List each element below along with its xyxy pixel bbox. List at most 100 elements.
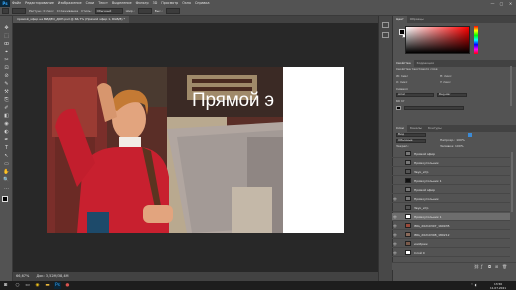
start-icon[interactable]: ⊞ [2, 282, 9, 289]
brush-tool-icon[interactable]: ⚒ [2, 89, 11, 96]
menu-edit[interactable]: Редактирование [23, 0, 56, 7]
tab-properties[interactable]: Свойства [393, 60, 414, 67]
clone-stamp-tool-icon[interactable]: ⎘ [2, 97, 11, 104]
menu-view[interactable]: Просмотр [159, 0, 180, 7]
eye-icon[interactable]: 👁 [392, 195, 398, 203]
zoom-tool-icon[interactable]: 🔍 [2, 177, 11, 184]
minimize-icon[interactable]: — [488, 0, 497, 7]
color-picker-field[interactable] [405, 26, 470, 54]
frame-tool-icon[interactable]: ⊡ [2, 65, 11, 72]
pen-tool-icon[interactable]: ✒ [2, 137, 11, 144]
style-select[interactable]: Обычный [94, 8, 123, 14]
tray-icons[interactable]: ⌃ ◖ [470, 282, 477, 289]
menu-layers[interactable]: Слои [84, 0, 97, 7]
tab-layers[interactable]: Слои [393, 125, 407, 132]
antialias-label[interactable]: Сглаживание [57, 9, 78, 13]
white-rectangle-layer[interactable] [283, 67, 344, 233]
fill-field[interactable]: Заливка: 100% [440, 144, 464, 149]
close-icon[interactable]: ✕ [506, 0, 515, 7]
layer-row[interactable]: 👁 Прямоугольник [392, 195, 510, 203]
layer-row[interactable]: 👁 изображ [392, 240, 510, 248]
search-icon[interactable]: ○ [14, 282, 21, 289]
eye-icon[interactable] [392, 177, 398, 185]
taskbar-clock[interactable]: 13:56 11.07.2021 [488, 281, 508, 290]
tab-color[interactable]: Цвет [393, 16, 407, 23]
layer-row[interactable]: Звук_итр [392, 204, 510, 212]
eye-icon[interactable] [392, 204, 398, 212]
tool-preset-icon[interactable] [2, 8, 9, 14]
menu-3d[interactable]: 3D [151, 0, 160, 7]
tab-swatches[interactable]: Образцы [407, 16, 427, 23]
browser-icon[interactable]: ◉ [34, 282, 41, 289]
app-icon[interactable]: ● [64, 282, 71, 289]
tab-adjustments[interactable]: Коррекция [414, 60, 437, 67]
libraries-panel-icon[interactable] [382, 32, 389, 38]
menu-image[interactable]: Изображение [56, 0, 84, 7]
properties-scrollbar[interactable] [510, 66, 512, 106]
path-select-tool-icon[interactable]: ↖ [2, 153, 11, 160]
font-size-value[interactable]: 69 пт [396, 99, 404, 104]
selection-mode-buttons[interactable] [12, 8, 26, 14]
layer-row[interactable]: Прямоугольник 1 [392, 177, 510, 185]
tab-paths[interactable]: Контуры [425, 125, 445, 132]
more-tools-icon[interactable]: … [2, 185, 11, 192]
headline-text-layer[interactable]: Прямой э [192, 90, 274, 112]
layer-row[interactable]: 👁 IMG_20210307_160935 [392, 222, 510, 230]
eraser-tool-icon[interactable]: ◧ [2, 113, 11, 120]
eye-icon[interactable]: 👁 [392, 231, 398, 239]
tab-channels[interactable]: Каналы [407, 125, 425, 132]
history-panel-icon[interactable] [382, 22, 389, 28]
eye-icon[interactable]: 👁 [392, 249, 398, 257]
layer-row[interactable]: Прямой эфир [392, 186, 510, 194]
eyedropper-tool-icon[interactable]: ⊘ [2, 73, 11, 80]
eye-icon[interactable] [392, 150, 398, 158]
layer-row[interactable]: Звук_итр [392, 168, 510, 176]
move-tool-icon[interactable]: ✥ [2, 25, 11, 32]
hue-slider[interactable] [474, 26, 478, 54]
menu-filter[interactable]: Фильтр [134, 0, 151, 7]
explorer-icon[interactable]: ▬ [44, 282, 51, 289]
document-tab[interactable]: прямой_эфир на ВИДЕО_ДОП.psd @ 66,7% (Пр… [13, 16, 130, 23]
maximize-icon[interactable]: ▢ [497, 0, 506, 7]
zoom-level[interactable]: 66,67% [16, 274, 29, 278]
menu-help[interactable]: Справка [193, 0, 212, 7]
lasso-tool-icon[interactable]: ꝏ [2, 41, 11, 48]
layer-row[interactable]: 👁 Слой 0 [392, 249, 510, 257]
photoshop-taskbar-icon[interactable]: Ps [54, 282, 61, 289]
text-options-field[interactable] [404, 106, 464, 110]
layers-scrollbar[interactable] [511, 152, 513, 212]
width-field[interactable] [137, 8, 152, 14]
history-brush-tool-icon[interactable]: ✐ [2, 105, 11, 112]
healing-tool-icon[interactable]: ✎ [2, 81, 11, 88]
eye-icon[interactable] [392, 159, 398, 167]
layer-row[interactable]: 👁 IMG_20210308_180212 [392, 231, 510, 239]
menu-file[interactable]: Файл [10, 0, 23, 7]
menu-window[interactable]: Окно [180, 0, 193, 7]
fx-icon[interactable]: ƒ [481, 264, 482, 269]
gradient-tool-icon[interactable]: ◉ [2, 121, 11, 128]
eye-icon[interactable]: 👁 [392, 222, 398, 230]
opacity-field[interactable]: Непрозр.: 100% [440, 138, 465, 143]
layer-row-selected[interactable]: 👁 Прямоугольник 1 [392, 213, 510, 221]
layer-row[interactable]: Прямоугольник [392, 159, 510, 167]
eye-icon[interactable]: 👁 [392, 213, 398, 221]
filter-toggle-icon[interactable] [468, 133, 472, 137]
trash-icon[interactable]: 🗑 [502, 264, 507, 269]
link-layers-icon[interactable]: ⛓ [474, 264, 479, 269]
crop-tool-icon[interactable]: ✂ [2, 57, 11, 64]
mask-icon[interactable]: ◘ [488, 264, 491, 269]
layer-row[interactable]: Прямой эфир [392, 150, 510, 158]
menu-select[interactable]: Выделение [110, 0, 134, 7]
rectangle-tool-icon[interactable]: ▭ [2, 161, 11, 168]
new-layer-icon[interactable]: ⊞ [495, 264, 498, 269]
eye-icon[interactable] [392, 186, 398, 194]
text-color-swatch[interactable] [396, 106, 401, 110]
height-field[interactable] [165, 8, 180, 14]
marquee-tool-icon[interactable]: ⬚ [2, 33, 11, 40]
type-tool-icon[interactable]: T [2, 145, 11, 152]
dodge-tool-icon[interactable]: ◐ [2, 129, 11, 136]
quick-select-tool-icon[interactable]: ⌖ [2, 49, 11, 56]
hand-tool-icon[interactable]: ✋ [2, 169, 11, 176]
foreground-color-swatch[interactable] [2, 196, 8, 202]
task-view-icon[interactable]: ▭ [24, 282, 31, 289]
